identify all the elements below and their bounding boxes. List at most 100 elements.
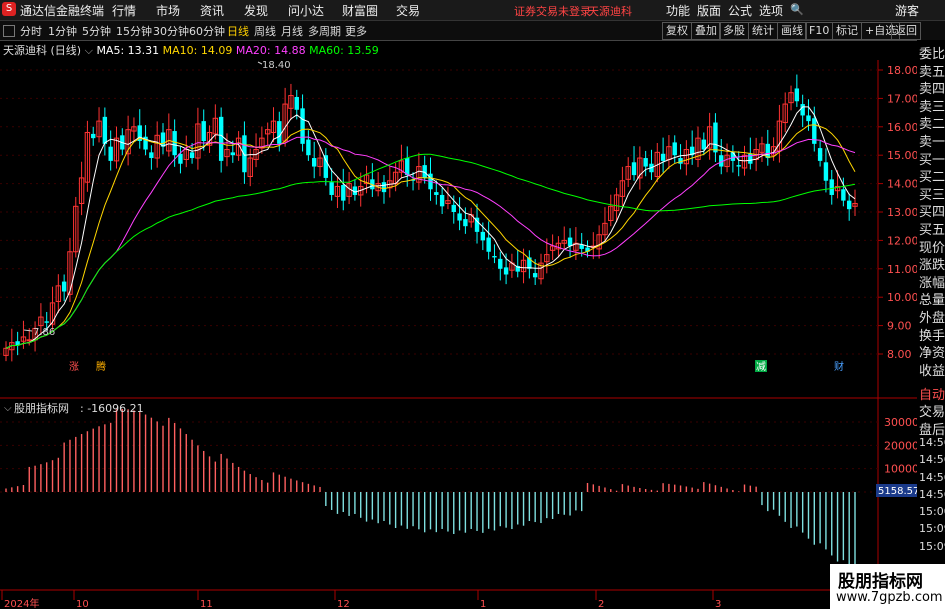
mark-button[interactable]: 标记 xyxy=(832,22,862,40)
menu-item-ask[interactable]: 问小达 xyxy=(288,2,324,19)
candle-body-down xyxy=(189,152,195,159)
candle-body-down xyxy=(532,273,538,278)
y-tick-label: 17.00 xyxy=(887,92,917,105)
tab-period-5min[interactable]: 5分钟 xyxy=(82,23,111,39)
y-tick-label: 20000 xyxy=(884,439,917,452)
candle-body-down xyxy=(451,204,456,212)
menu-item-formula[interactable]: 公式 xyxy=(728,2,752,19)
main-y-axis: 18.00 17.00 16.00 15.00 14.00 13.00 12.00 11.00… xyxy=(878,64,917,361)
tab-period-tick[interactable]: 分时 xyxy=(20,23,42,39)
tab-period-30min[interactable]: 30分钟 xyxy=(153,23,189,39)
candle-body-down xyxy=(823,162,829,181)
candle-body-down xyxy=(381,182,387,193)
y-tick-label: 13.00 xyxy=(887,206,917,219)
tab-period-60min[interactable]: 60分钟 xyxy=(189,23,225,39)
candle-body-down xyxy=(567,237,573,247)
menu-item-news[interactable]: 资讯 xyxy=(200,2,224,19)
collapse-icon[interactable] xyxy=(3,25,15,37)
auto-toggle[interactable]: 自动 xyxy=(919,384,945,403)
menu-item-function[interactable]: 功能 xyxy=(666,2,690,19)
side-panel-label: 买二 xyxy=(919,170,945,186)
candle-body-down xyxy=(503,267,509,275)
tab-period-more[interactable]: 更多 xyxy=(345,23,367,39)
candle-body-down xyxy=(230,152,235,156)
y-tick-label: 10.00 xyxy=(887,291,917,304)
app-logo-icon: S xyxy=(2,2,16,16)
user-label[interactable]: 游客 xyxy=(895,2,919,19)
candle-body-down xyxy=(306,139,311,156)
candle-body-down xyxy=(439,194,445,207)
candle-body-down xyxy=(311,158,317,167)
event-tag-finance[interactable]: 财 xyxy=(834,360,844,373)
tab-period-multi[interactable]: 多周期 xyxy=(308,23,341,39)
side-panel-label: 15:09 xyxy=(919,539,945,553)
overlay-button[interactable]: 叠加 xyxy=(691,22,721,40)
side-panel-label: 14:56 xyxy=(919,470,945,484)
statistics-button[interactable]: 统计 xyxy=(748,22,778,40)
side-panel-label: 卖五 xyxy=(919,64,945,80)
side-panel-label: 14:56 xyxy=(919,487,945,501)
candle-body-down xyxy=(800,104,805,116)
side-panel-label: 交易 xyxy=(919,405,945,421)
candle-body-down xyxy=(102,116,108,144)
tab-period-month[interactable]: 月线 xyxy=(281,23,303,39)
back-button[interactable]: 返回 xyxy=(891,22,921,40)
draw-line-button[interactable]: 画线 xyxy=(777,22,807,40)
side-panel-label: 盘后 xyxy=(919,422,945,438)
y-tick-label: 15.00 xyxy=(887,149,917,162)
login-status[interactable]: 证券交易未登录 xyxy=(514,3,591,19)
app-title: 通达信金融终端 xyxy=(20,4,105,18)
menu-item-wealth[interactable]: 财富圈 xyxy=(342,2,378,19)
x-tick-label: 2 xyxy=(598,599,604,609)
multi-stock-button[interactable]: 多股 xyxy=(719,22,749,40)
tab-period-week[interactable]: 周线 xyxy=(254,23,276,39)
f10-button[interactable]: F10 xyxy=(805,22,834,40)
candle-body-down xyxy=(201,121,206,141)
restore-rights-button[interactable]: 复权 xyxy=(662,22,692,40)
candle-body-down xyxy=(486,237,491,252)
candle-body-down xyxy=(294,96,299,110)
x-tick-label: 1 xyxy=(480,599,486,609)
indicator-bars xyxy=(5,408,856,573)
side-panel-label: 15:09 xyxy=(919,522,945,536)
menu-bar: S 通达信金融终端 行情 市场 资讯 发现 问小达 财富圈 交易 证券交易未登录… xyxy=(0,0,945,21)
candle-body-down xyxy=(713,122,718,153)
event-tag-reduce[interactable]: 减 xyxy=(756,361,766,373)
kline-chart[interactable]: 18.0017.0016.0015.0014.0013.0012.0011.00… xyxy=(0,40,917,609)
event-tag-limit-up[interactable]: 涨 xyxy=(69,361,79,373)
period-toolbar: 分时 1分钟 5分钟 15分钟 30分钟 60分钟 日线 周线 月线 多周期 更… xyxy=(0,21,945,41)
side-panel-label: 总量 xyxy=(919,293,945,309)
candle-body-down xyxy=(108,146,113,161)
menu-item-options[interactable]: 选项 xyxy=(759,2,783,19)
watermark-title: 股朋指标网 xyxy=(838,572,923,592)
indicator-grid xyxy=(0,421,878,493)
candle-body-down xyxy=(498,258,503,269)
candle-body-down xyxy=(242,135,247,173)
x-tick-label: 12 xyxy=(337,599,350,609)
tab-period-15min[interactable]: 15分钟 xyxy=(116,23,152,39)
candle-body-up xyxy=(26,339,32,342)
y-tick-label: 9.00 xyxy=(887,320,912,333)
chevron-down-icon[interactable]: ⌵ xyxy=(4,403,12,414)
candle-body-down xyxy=(405,158,410,176)
menu-item-discover[interactable]: 发现 xyxy=(244,2,268,19)
candle-body-down xyxy=(300,108,305,144)
side-panel-label: 现价 xyxy=(919,240,945,256)
candle-body-down xyxy=(172,131,177,156)
y-tick-label: 16.00 xyxy=(887,121,917,134)
menu-item-layout[interactable]: 版面 xyxy=(697,2,721,19)
indicator-value: : -16096.21 xyxy=(80,402,144,415)
watermark-logo: 股朋指标网 www.7gpzb.com xyxy=(830,564,945,609)
tab-period-1min[interactable]: 1分钟 xyxy=(48,23,77,39)
menu-item-trade[interactable]: 交易 xyxy=(396,2,420,19)
side-panel-label: 买四 xyxy=(919,205,945,221)
side-panel-label: 卖三 xyxy=(919,99,945,115)
candle-body-down xyxy=(149,152,154,159)
menu-item-market[interactable]: 市场 xyxy=(156,2,180,19)
search-icon[interactable]: 🔍 xyxy=(790,3,804,17)
candle-body-down xyxy=(841,189,846,201)
event-tag-rise[interactable]: 腾 xyxy=(96,360,106,373)
menu-item-quotes[interactable]: 行情 xyxy=(112,2,136,19)
tab-period-day[interactable]: 日线 xyxy=(227,23,249,39)
side-panel-label: 卖四 xyxy=(919,82,945,98)
